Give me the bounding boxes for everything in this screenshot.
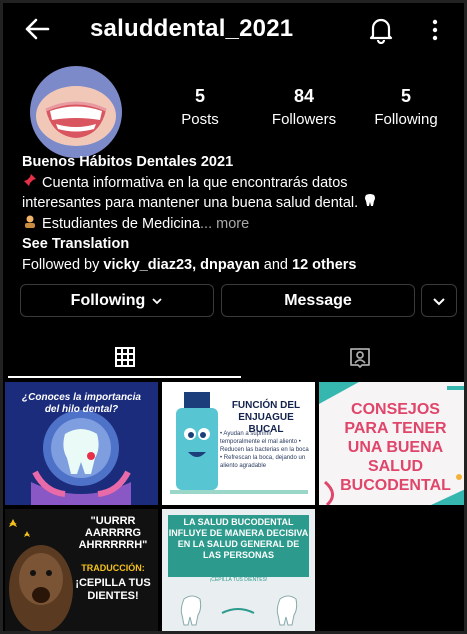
chevron-down-icon (433, 297, 445, 305)
post-quote: "UURRR AARRRRG AHRRRRRH" (78, 515, 148, 551)
grid-icon (114, 347, 135, 367)
following-button-label: Following (70, 291, 146, 309)
bio-name: Buenos Hábitos Dentales 2021 (22, 154, 234, 170)
followers-count: 84 (293, 86, 315, 106)
post-caption: LA SALUD BUCODENTAL INFLUYE DE MANERA DE… (168, 517, 309, 560)
profile-username: saluddental_2021 (90, 15, 294, 42)
post-thumbnail[interactable]: LA SALUD BUCODENTAL INFLUYE DE MANERA DE… (162, 509, 315, 632)
posts-stat[interactable]: 5 Posts (170, 86, 230, 128)
tooth-icon (362, 193, 378, 214)
smile-avatar-image (36, 86, 116, 146)
post-subcaption: ¡CEPILLA TUS DIENTES! (209, 577, 268, 583)
profile-tabs (0, 338, 467, 378)
post-thumbnail[interactable]: FUNCIÓN DEL ENJUAGUE BUCAL • Ayudan a su… (162, 382, 315, 505)
post-body: • Ayudan a suprimir temporalmente el mal… (220, 431, 309, 469)
top-bar: saluddental_2021 (0, 0, 467, 62)
following-stat[interactable]: 5 Following (360, 86, 452, 128)
chevron-down-icon (152, 297, 162, 304)
tagged-person-icon (349, 348, 370, 368)
post-thumbnail[interactable]: CONSEJOS PARA TENER UNA BUENA SALUD BUCO… (319, 382, 467, 505)
see-translation-link[interactable]: See Translation (22, 234, 462, 255)
post-label: TRADUCCIÓN: (81, 563, 145, 573)
posts-label: Posts (181, 111, 219, 128)
followers-label: Followers (271, 111, 337, 128)
posts-count: 5 (194, 86, 205, 106)
bell-icon[interactable] (368, 16, 394, 44)
post-translation: ¡CEPILLA TUS DIENTES! (75, 577, 151, 602)
following-label: Following (374, 111, 438, 128)
profile-bio: Buenos Hábitos Dentales 2021 Cuenta info… (22, 152, 462, 275)
following-count: 5 (400, 86, 411, 106)
pushpin-icon (22, 173, 38, 194)
bio-line-1: Cuenta informativa en la que encontrarás… (22, 173, 462, 194)
post-caption: CONSEJOS PARA TENER UNA BUENA SALUD BUCO… (340, 401, 451, 494)
followers-stat[interactable]: 84 Followers (259, 86, 349, 128)
post-thumbnail[interactable]: ¿Conoces la importancia del hilo dental? (5, 382, 158, 505)
following-button[interactable]: Following (20, 284, 214, 317)
bio-line-2: interesantes para mantener una buena sal… (22, 193, 462, 214)
bio-line-3: Estudiantes de Medicina... more (22, 214, 462, 235)
suggested-accounts-button[interactable] (421, 284, 457, 317)
followed-by[interactable]: Followed by vicky_diaz23, dnpayan and 12… (22, 255, 462, 276)
bio-more-link[interactable]: ... more (200, 216, 249, 232)
profile-avatar[interactable] (30, 66, 122, 158)
tab-tagged[interactable] (243, 338, 467, 378)
message-button-label: Message (284, 291, 352, 309)
more-vertical-icon[interactable] (428, 16, 442, 44)
back-arrow-icon[interactable] (22, 14, 52, 44)
post-caption: ¿Conoces la importancia del hilo dental? (22, 392, 141, 415)
tab-posts-grid[interactable] (8, 338, 241, 378)
student-icon (22, 214, 38, 235)
message-button[interactable]: Message (221, 284, 415, 317)
post-thumbnail[interactable]: "UURRR AARRRRG AHRRRRRH" TRADUCCIÓN: ¡CE… (5, 509, 158, 632)
